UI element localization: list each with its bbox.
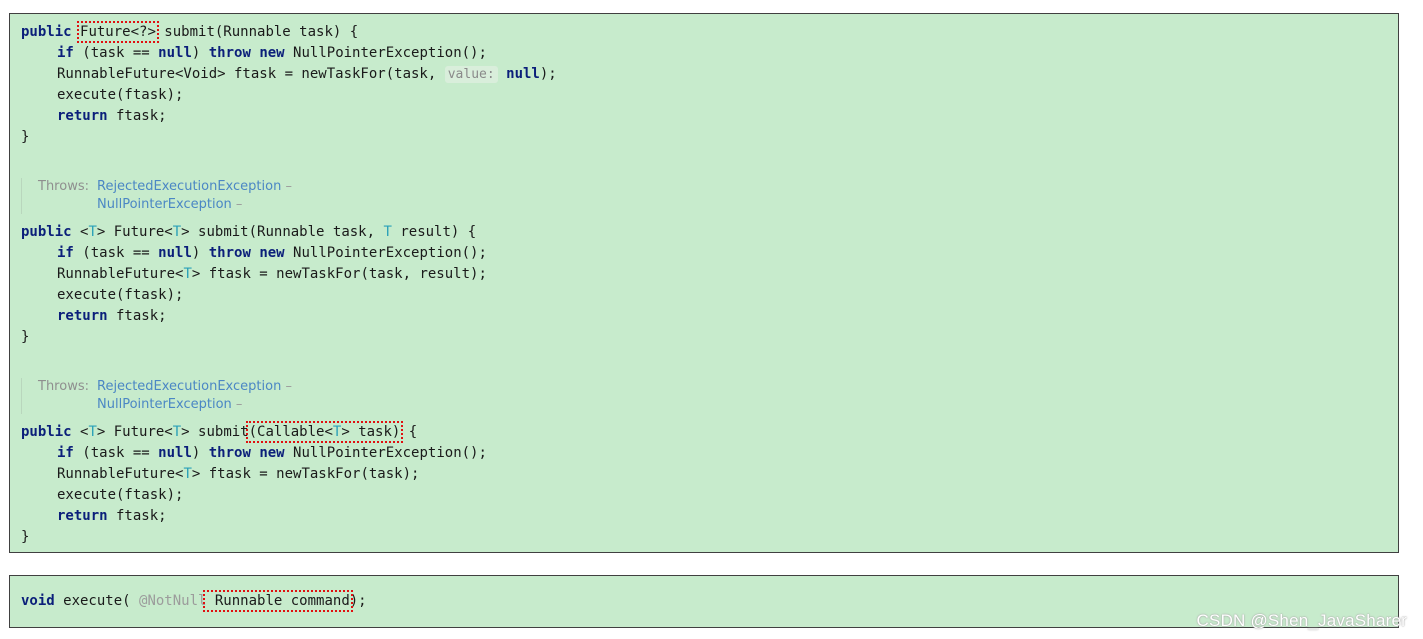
cropped-text-remnant [98, 576, 438, 580]
code-text: < [71, 424, 89, 440]
keyword-null: null [158, 445, 192, 461]
keyword-if: if [57, 245, 74, 261]
keyword-if: if [57, 45, 74, 61]
code-line: RunnableFuture<Void> ftask = newTaskFor(… [57, 64, 557, 85]
code-text: RunnableFuture< [57, 466, 184, 482]
keyword-public: public [21, 424, 72, 440]
code-text: > submit [181, 424, 249, 440]
code-text: NullPointerException(); [284, 45, 487, 61]
code-text: (Callable< [248, 424, 333, 440]
throws-label: Throws: [38, 179, 89, 194]
keyword-if: if [57, 445, 74, 461]
code-panel-submit-methods: public Future<?> submit(Runnable task) {… [9, 13, 1399, 553]
exception-link[interactable]: NullPointerException [97, 397, 232, 412]
type-param: T [383, 224, 392, 240]
code-text: (task == [73, 245, 159, 261]
keyword-throw: throw [208, 45, 251, 61]
type-param: T [88, 424, 97, 440]
code-line: execute(ftask); [57, 87, 184, 103]
highlighted-return-type: Future<?> [77, 21, 159, 43]
annotation-notnull: @NotNull [139, 593, 207, 609]
keyword-public: public [21, 24, 72, 40]
code-line: RunnableFuture<T> ftask = newTaskFor(tas… [57, 264, 487, 285]
type-param: T [172, 224, 182, 240]
keyword-null: null [158, 245, 192, 261]
code-line: public <T> Future<T> submit(Runnable tas… [21, 222, 476, 243]
code-text: RunnableFuture<Void> ftask = newTaskFor(… [57, 66, 445, 82]
javadoc-throws: Throws: RejectedExecutionException – Null… [21, 178, 292, 214]
code-text: (task == [73, 45, 159, 61]
method-name: execute( [54, 593, 140, 609]
code-line: execute(ftask); [57, 287, 184, 303]
code-text: ); [539, 66, 557, 82]
code-text: > Future< [96, 424, 173, 440]
keyword-new: new [259, 445, 285, 461]
parameter-hint: value: [444, 66, 498, 83]
highlighted-parameter: Runnable command [203, 590, 353, 612]
type-param: T [183, 466, 192, 482]
code-text: (task == [73, 445, 159, 461]
code-text: ftask; [107, 308, 167, 324]
keyword-new: new [259, 245, 285, 261]
javadoc-throws: Throws: RejectedExecutionException – Null… [21, 378, 292, 414]
code-text: RunnableFuture< [57, 266, 184, 282]
code-line: return ftask; [57, 506, 167, 527]
code-panel-execute: void execute( @NotNull Runnable command)… [9, 575, 1399, 628]
code-text: ) [191, 445, 209, 461]
code-text: < [71, 224, 89, 240]
dash: – [231, 397, 243, 412]
code-line: if (task == null) throw new NullPointerE… [57, 43, 487, 64]
code-text: NullPointerException(); [284, 245, 487, 261]
code-line: } [21, 329, 30, 345]
code-line: void execute( @NotNull Runnable command)… [21, 590, 367, 612]
code-text: > ftask = newTaskFor(task, result); [191, 266, 487, 282]
highlighted-parameter: (Callable<T> task) [245, 421, 404, 443]
keyword-return: return [57, 508, 108, 524]
code-text: ); [349, 593, 367, 609]
type-param: T [183, 266, 192, 282]
code-line: return ftask; [57, 306, 167, 327]
type-param: T [172, 424, 182, 440]
keyword-throw: throw [208, 245, 251, 261]
keyword-null: null [158, 45, 192, 61]
exception-link[interactable]: RejectedExecutionException [97, 179, 281, 194]
code-line: RunnableFuture<T> ftask = newTaskFor(tas… [57, 464, 419, 485]
code-line: if (task == null) throw new NullPointerE… [57, 443, 487, 464]
keyword-void: void [21, 593, 55, 609]
code-text: ) [191, 45, 209, 61]
code-text: > ftask = newTaskFor(task); [191, 466, 420, 482]
method-signature: submit(Runnable task) { [155, 24, 359, 40]
code-line: execute(ftask); [57, 487, 184, 503]
keyword-return: return [57, 108, 108, 124]
dash: – [281, 179, 292, 194]
dash: – [281, 379, 292, 394]
keyword-return: return [57, 308, 108, 324]
code-text: NullPointerException(); [284, 445, 487, 461]
dash: – [231, 197, 243, 212]
code-text: ftask; [107, 108, 167, 124]
code-text: > submit(Runnable task, [181, 224, 384, 240]
keyword-new: new [259, 45, 285, 61]
watermark: CSDN @Shen_JavaSharer [1196, 611, 1407, 630]
code-line: public Future<?> submit(Runnable task) { [21, 21, 359, 43]
keyword-public: public [21, 224, 72, 240]
code-line: } [21, 129, 30, 145]
type-param: T [88, 224, 97, 240]
code-line: public <T> Future<T> submit(Callable<T> … [21, 421, 418, 443]
code-text: result) { [391, 224, 477, 240]
code-line: } [21, 529, 30, 545]
code-line: return ftask; [57, 106, 167, 127]
code-text: > task) [341, 424, 401, 440]
keyword-null: null [506, 66, 540, 82]
code-text: { [400, 424, 418, 440]
code-text: ) [191, 245, 209, 261]
exception-link[interactable]: RejectedExecutionException [97, 379, 281, 394]
exception-link[interactable]: NullPointerException [97, 197, 232, 212]
code-line: if (task == null) throw new NullPointerE… [57, 243, 487, 264]
code-text: > Future< [96, 224, 173, 240]
throws-label: Throws: [38, 379, 89, 394]
code-text: ftask; [107, 508, 167, 524]
keyword-throw: throw [208, 445, 251, 461]
